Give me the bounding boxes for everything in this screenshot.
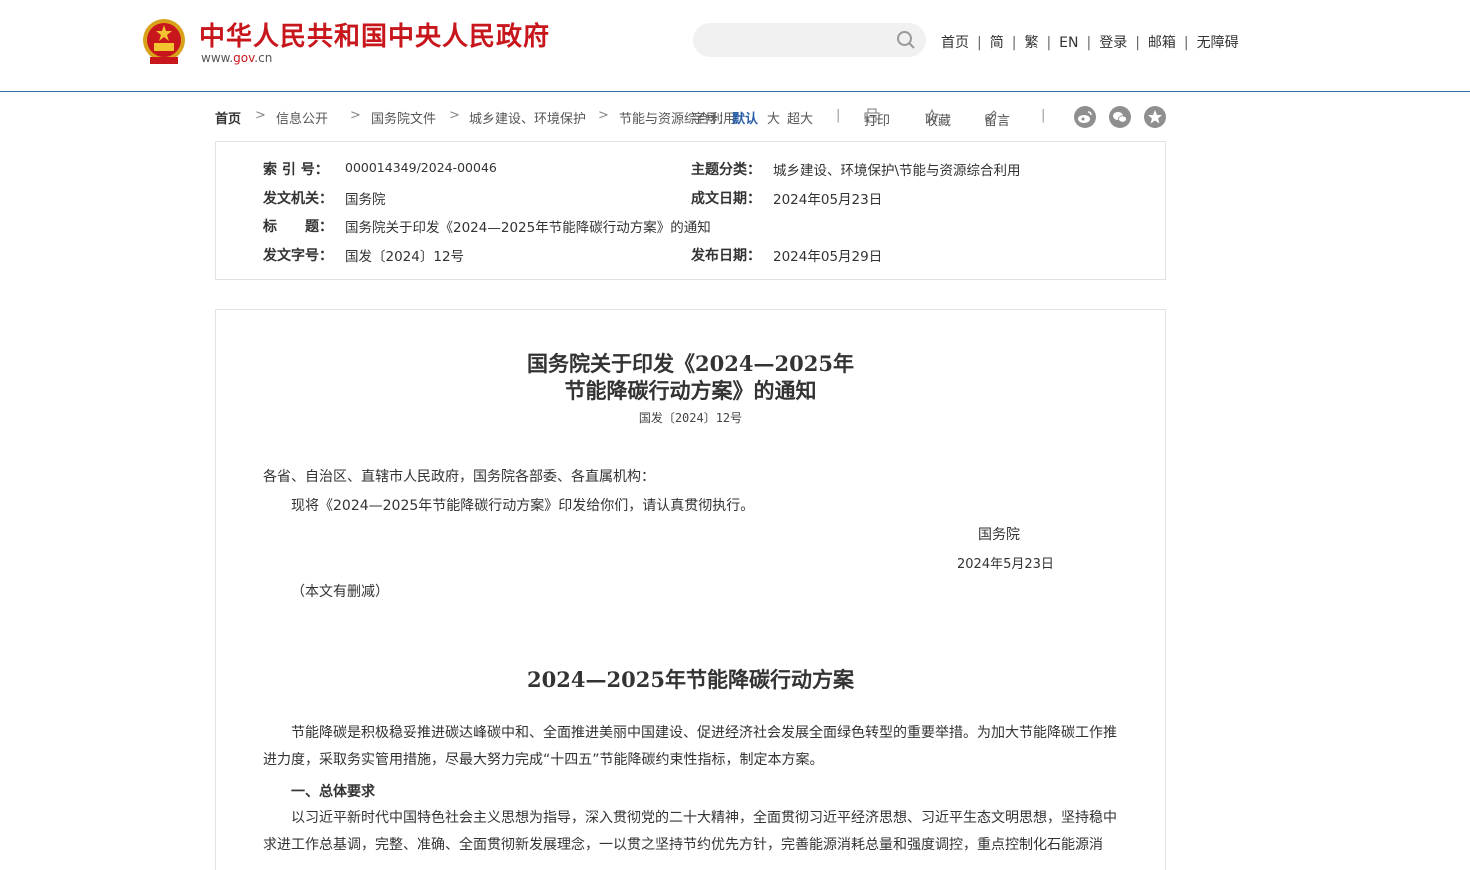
document-title-line1: 国务院关于印发《2024—2025年 bbox=[527, 351, 854, 376]
section-heading: 一、总体要求 bbox=[291, 784, 375, 800]
nav-separator: | bbox=[1135, 35, 1140, 51]
toolbar-divider: | bbox=[836, 108, 841, 123]
site-url-suffix: .cn bbox=[254, 51, 273, 65]
chevron-right-icon: > bbox=[255, 108, 266, 123]
index-number-value: 000014349/2024-00046 bbox=[345, 160, 497, 175]
top-nav: 首页 | 简 | 繁 | EN | 登录 | 邮箱 | 无障碍 bbox=[941, 32, 1239, 52]
chevron-right-icon: > bbox=[350, 108, 361, 123]
site-header: 中华人民共和国中央人民政府 www.gov.cn 首页 | 简 | 繁 | EN | 登录 | 邮箱… bbox=[0, 0, 1470, 92]
body-text: 现将《2024—2025年节能降碳行动方案》印发给你们，请认真贯彻执行。 bbox=[291, 498, 755, 514]
site-url-prefix: www. bbox=[201, 51, 234, 65]
national-emblem-icon[interactable] bbox=[141, 17, 187, 67]
title-label: 标 题： bbox=[263, 219, 333, 235]
site-title[interactable]: 中华人民共和国中央人民政府 bbox=[199, 16, 550, 53]
breadcrumb-toolbar: 首页 > 信息公开 > 国务院文件 > 城乡建设、环境保护 > 节能与资源综合利… bbox=[215, 106, 1166, 129]
issuer-label: 发文机关： bbox=[263, 191, 333, 207]
title-value: 国务院关于印发《2024—2025年节能降碳行动方案》的通知 bbox=[345, 220, 711, 236]
signature: 国务院 bbox=[978, 527, 1020, 543]
issuer-value: 国务院 bbox=[345, 192, 386, 208]
document-number: 国发〔2024〕12号 bbox=[638, 411, 743, 425]
nav-traditional[interactable]: 繁 bbox=[1024, 35, 1038, 51]
site-url-brand: gov bbox=[233, 51, 255, 65]
nav-accessibility[interactable]: 无障碍 bbox=[1197, 35, 1239, 51]
favorite-circle-icon[interactable] bbox=[1144, 106, 1166, 128]
font-size-label: 字号： bbox=[692, 112, 732, 127]
nav-separator: | bbox=[1183, 35, 1189, 51]
breadcrumb-urban-environment[interactable]: 城乡建设、环境保护 bbox=[469, 108, 586, 127]
section-paragraph: 以习近平新时代中国特色社会主义思想为指导，深入贯彻党的二十大精神，全面贯彻习近平… bbox=[263, 810, 1117, 853]
font-size-xlarge[interactable]: 超大 bbox=[787, 108, 813, 127]
font-size-default[interactable]: 默认 bbox=[732, 108, 758, 127]
search-icon[interactable] bbox=[896, 30, 916, 50]
breadcrumb-info-public[interactable]: 信息公开 bbox=[276, 108, 328, 127]
breadcrumb-state-council-docs[interactable]: 国务院文件 bbox=[371, 108, 436, 127]
comment-button[interactable]: 留言 bbox=[984, 108, 1010, 129]
nav-simplified[interactable]: 简 bbox=[990, 35, 1004, 51]
index-number-label: 索 引 号： bbox=[263, 162, 329, 178]
comment-label: 留言 bbox=[984, 114, 1011, 129]
nav-separator: | bbox=[977, 35, 982, 51]
topic-category-value: 城乡建设、环境保护\节能与资源综合利用 bbox=[773, 163, 1021, 179]
document-meta-table: 索 引 号： 000014349/2024-00046 主题分类： 城乡建设、环… bbox=[215, 141, 1166, 280]
font-size-large[interactable]: 大 bbox=[767, 108, 780, 127]
salutation: 各省、自治区、直辖市人民政府，国务院各部委、各直属机构： bbox=[263, 469, 655, 485]
favorite-label: 收藏 bbox=[925, 114, 952, 129]
signature-date: 2024年5月23日 bbox=[957, 557, 1054, 572]
nav-english[interactable]: EN bbox=[1059, 35, 1078, 51]
chevron-right-icon: > bbox=[598, 108, 609, 123]
document-number-value: 国发〔2024〕12号 bbox=[345, 249, 465, 265]
favorite-button[interactable]: 收藏 bbox=[925, 108, 951, 129]
wechat-icon[interactable] bbox=[1109, 106, 1131, 128]
print-label: 打印 bbox=[864, 114, 891, 129]
nav-separator: | bbox=[1011, 35, 1017, 51]
abridged-note: （本文有删减） bbox=[291, 584, 389, 600]
document-number-label: 发文字号： bbox=[263, 248, 333, 264]
document-body: 国务院关于印发《2024—2025年 节能降碳行动方案》的通知 国发〔2024〕… bbox=[215, 309, 1166, 870]
search-box bbox=[693, 23, 926, 57]
breadcrumb-home[interactable]: 首页 bbox=[215, 108, 241, 127]
nav-home[interactable]: 首页 bbox=[941, 35, 969, 51]
weibo-icon[interactable] bbox=[1074, 106, 1096, 128]
intro-paragraph: 节能降碳是积极稳妥推进碳达峰碳中和、全面推进美丽中国建设、促进经济社会发展全面绿… bbox=[263, 725, 1117, 768]
nav-mailbox[interactable]: 邮箱 bbox=[1148, 35, 1176, 51]
nav-separator: | bbox=[1086, 35, 1092, 51]
chevron-right-icon: > bbox=[449, 108, 460, 123]
nav-separator: | bbox=[1046, 35, 1052, 51]
toolbar-divider: | bbox=[1041, 108, 1046, 123]
written-date-label: 成文日期： bbox=[691, 191, 761, 207]
search-input[interactable] bbox=[705, 29, 889, 53]
print-button[interactable]: 打印 bbox=[864, 108, 890, 129]
topic-category-label: 主题分类： bbox=[691, 162, 761, 178]
nav-login[interactable]: 登录 bbox=[1099, 35, 1127, 51]
site-url: www.gov.cn bbox=[201, 51, 272, 65]
written-date-value: 2024年05月23日 bbox=[773, 192, 883, 208]
publish-date-label: 发布日期： bbox=[691, 248, 761, 264]
document-title-line2: 节能降碳行动方案》的通知 bbox=[564, 378, 817, 403]
plan-title: 2024—2025年节能降碳行动方案 bbox=[527, 667, 854, 692]
publish-date-value: 2024年05月29日 bbox=[773, 249, 883, 265]
